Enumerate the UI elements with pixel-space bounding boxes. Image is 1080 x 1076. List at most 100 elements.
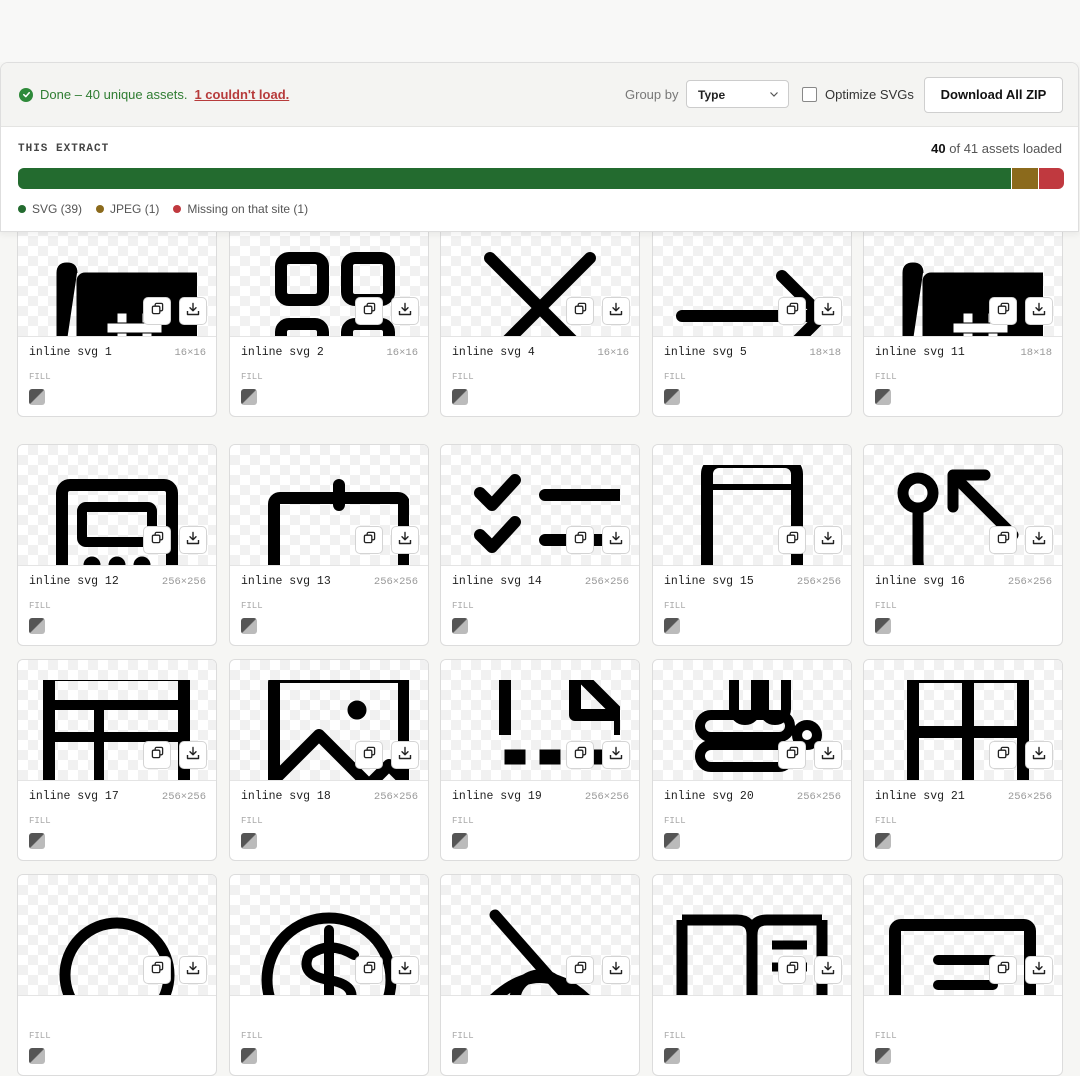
fill-swatch[interactable] <box>452 618 468 634</box>
download-button[interactable] <box>179 741 207 769</box>
fill-label: FILL <box>875 601 897 611</box>
download-button[interactable] <box>391 526 419 554</box>
download-button[interactable] <box>602 741 630 769</box>
asset-card[interactable]: inline svg 15 256×256 FILL <box>652 444 852 646</box>
progress-segment <box>1011 168 1038 189</box>
asset-card[interactable]: FILL <box>229 874 429 1076</box>
fill-swatch[interactable] <box>875 1048 891 1064</box>
asset-card[interactable]: FILL <box>17 874 217 1076</box>
copy-button[interactable] <box>778 526 806 554</box>
asset-card[interactable]: FILL <box>440 874 640 1076</box>
asset-dimensions: 16×16 <box>386 347 418 359</box>
copy-button[interactable] <box>778 956 806 984</box>
copy-button[interactable] <box>143 741 171 769</box>
status-bar: Done – 40 unique assets. 1 couldn't load… <box>1 63 1078 127</box>
table-icon <box>43 680 190 780</box>
download-button[interactable] <box>602 956 630 984</box>
copy-button[interactable] <box>989 297 1017 325</box>
copy-button[interactable] <box>355 741 383 769</box>
asset-card[interactable]: inline svg 13 256×256 FILL <box>229 444 429 646</box>
copy-button[interactable] <box>143 956 171 984</box>
optimize-checkbox[interactable] <box>802 87 817 102</box>
fill-swatch[interactable] <box>452 1048 468 1064</box>
asset-card[interactable]: inline svg 21 256×256 FILL <box>863 659 1063 861</box>
fill-swatch[interactable] <box>241 389 257 405</box>
asset-card[interactable]: inline svg 19 256×256 FILL <box>440 659 640 861</box>
optimize-svgs-toggle[interactable]: Optimize SVGs <box>802 87 914 102</box>
download-all-zip-button[interactable]: Download All ZIP <box>924 77 1063 113</box>
asset-card[interactable]: inline svg 12 256×256 FILL <box>17 444 217 646</box>
asset-card[interactable]: inline svg 1 16×16 FILL <box>17 215 217 417</box>
fill-swatch[interactable] <box>452 389 468 405</box>
copy-button[interactable] <box>355 956 383 984</box>
download-button[interactable] <box>1025 297 1053 325</box>
copy-button[interactable] <box>143 297 171 325</box>
download-button[interactable] <box>391 956 419 984</box>
copy-button[interactable] <box>355 297 383 325</box>
copy-button[interactable] <box>989 526 1017 554</box>
fill-swatch[interactable] <box>664 389 680 405</box>
fill-swatch[interactable] <box>241 618 257 634</box>
download-button[interactable] <box>1025 741 1053 769</box>
download-button[interactable] <box>391 741 419 769</box>
check-circle-icon <box>19 87 33 102</box>
download-button[interactable] <box>814 297 842 325</box>
copy-button[interactable] <box>778 297 806 325</box>
asset-card[interactable]: inline svg 16 256×256 FILL <box>863 444 1063 646</box>
fill-swatch[interactable] <box>241 833 257 849</box>
download-button[interactable] <box>391 297 419 325</box>
download-button[interactable] <box>814 956 842 984</box>
fill-swatch[interactable] <box>875 389 891 405</box>
asset-card[interactable]: inline svg 17 256×256 FILL <box>17 659 217 861</box>
asset-thumbnail <box>864 660 1062 781</box>
fill-swatch[interactable] <box>29 833 45 849</box>
download-button[interactable] <box>179 956 207 984</box>
fill-swatch[interactable] <box>29 1048 45 1064</box>
copy-button[interactable] <box>989 956 1017 984</box>
asset-card[interactable]: inline svg 14 256×256 FILL <box>440 444 640 646</box>
asset-name: inline svg 1 <box>29 346 112 359</box>
download-button[interactable] <box>814 526 842 554</box>
loaded-rest: of 41 assets loaded <box>949 141 1062 156</box>
fill-swatch[interactable] <box>29 389 45 405</box>
fill-swatch[interactable] <box>875 618 891 634</box>
asset-card[interactable]: FILL <box>863 874 1063 1076</box>
fill-swatch[interactable] <box>664 1048 680 1064</box>
asset-card[interactable]: inline svg 5 18×18 FILL <box>652 215 852 417</box>
asset-card[interactable]: inline svg 11 18×18 FILL <box>863 215 1063 417</box>
group-by-select[interactable]: Type <box>686 80 789 108</box>
fill-swatch[interactable] <box>241 1048 257 1064</box>
copy-button[interactable] <box>355 526 383 554</box>
asset-card[interactable]: inline svg 18 256×256 FILL <box>229 659 429 861</box>
asset-card[interactable]: inline svg 20 256×256 FILL <box>652 659 852 861</box>
copy-button[interactable] <box>778 741 806 769</box>
copy-button[interactable] <box>566 526 594 554</box>
fill-swatch[interactable] <box>875 833 891 849</box>
fill-swatch[interactable] <box>29 618 45 634</box>
download-button[interactable] <box>179 297 207 325</box>
download-button[interactable] <box>1025 526 1053 554</box>
copy-button[interactable] <box>143 526 171 554</box>
copy-button[interactable] <box>566 956 594 984</box>
download-button[interactable] <box>602 297 630 325</box>
grid-four-icon <box>907 680 1029 780</box>
fill-swatch[interactable] <box>452 833 468 849</box>
load-error-link[interactable]: 1 couldn't load. <box>194 87 289 102</box>
asset-card[interactable]: FILL <box>652 874 852 1076</box>
copy-button[interactable] <box>989 741 1017 769</box>
asset-card[interactable]: inline svg 2 16×16 FILL <box>229 215 429 417</box>
copy-button[interactable] <box>566 741 594 769</box>
download-button[interactable] <box>1025 956 1053 984</box>
fill-swatch[interactable] <box>664 833 680 849</box>
fill-swatch[interactable] <box>664 618 680 634</box>
download-button[interactable] <box>814 741 842 769</box>
copy-button[interactable] <box>566 297 594 325</box>
legend-item: Missing on that site (1) <box>173 202 308 216</box>
asset-name: inline svg 12 <box>29 575 119 588</box>
asset-name: inline svg 11 <box>875 346 965 359</box>
download-button[interactable] <box>179 526 207 554</box>
asset-card[interactable]: inline svg 4 16×16 FILL <box>440 215 640 417</box>
download-button[interactable] <box>602 526 630 554</box>
arrow-right-icon <box>676 270 828 336</box>
asset-thumbnail <box>18 445 216 566</box>
